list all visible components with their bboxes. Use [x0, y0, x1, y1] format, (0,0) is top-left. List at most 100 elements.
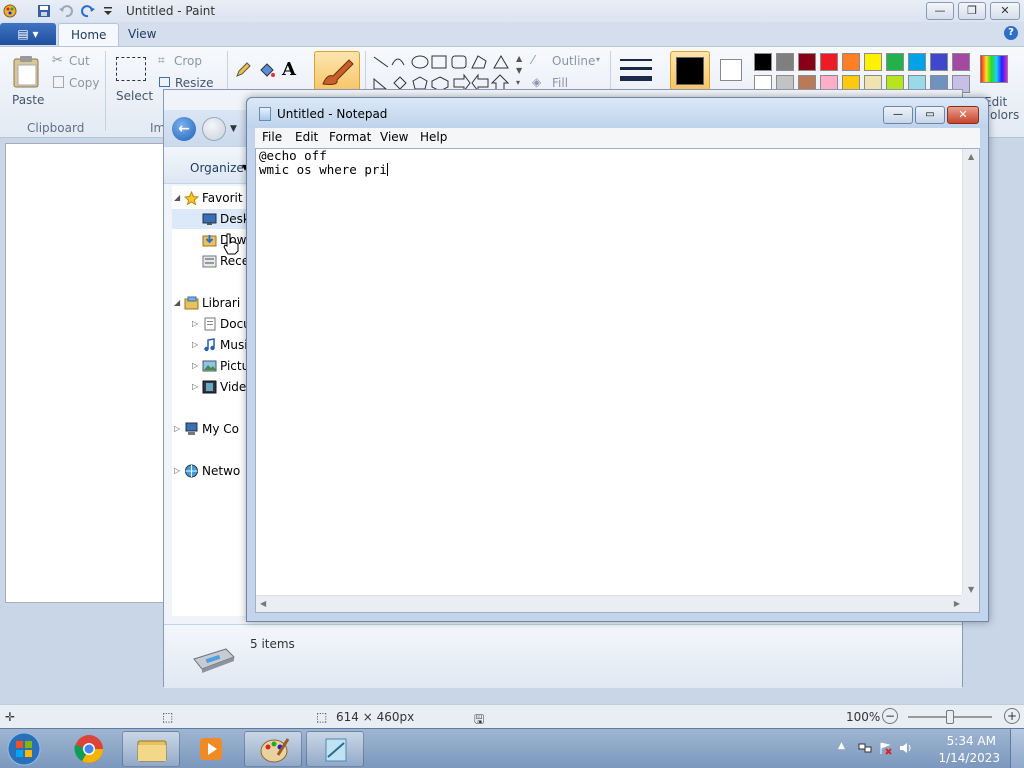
recent-icon	[202, 254, 217, 268]
text-tool-icon[interactable]: A	[282, 59, 296, 80]
tree-expander-icon[interactable]: ▷	[192, 356, 198, 376]
tab-home[interactable]: Home	[58, 23, 120, 46]
show-hidden-icons-icon[interactable]: ▲	[838, 741, 852, 755]
computer-drive-icon	[190, 641, 236, 676]
tree-expander-icon[interactable]: ▷	[174, 419, 180, 439]
music-icon	[202, 338, 217, 352]
color-swatch[interactable]	[886, 53, 904, 71]
outline-button[interactable]: ⁄ Outline ▾	[532, 53, 604, 71]
notepad-text-area[interactable]: @echo off wmic os where pri ▲ ▼ ◀ ▶	[255, 148, 980, 613]
pencil-icon[interactable]	[234, 61, 252, 79]
color-swatch[interactable]	[952, 53, 970, 71]
scroll-right-icon[interactable]: ▶	[954, 599, 960, 608]
show-desktop-button[interactable]	[1010, 729, 1024, 768]
fill-bucket-icon[interactable]	[258, 61, 276, 79]
menu-format[interactable]: Format	[329, 130, 371, 144]
color-swatch[interactable]	[754, 53, 772, 71]
color-swatch[interactable]	[842, 53, 860, 71]
notepad-close-button[interactable]: ✕	[947, 106, 979, 124]
help-icon[interactable]: ?	[1004, 26, 1018, 40]
scroll-down-icon[interactable]: ▼	[968, 585, 974, 594]
copy-button[interactable]: Copy	[52, 75, 102, 93]
zoom-out-button[interactable]: −	[882, 708, 898, 724]
color2-button[interactable]	[716, 55, 746, 87]
menu-help[interactable]: Help	[420, 130, 447, 144]
customize-qat-icon[interactable]	[100, 3, 116, 19]
color-swatch[interactable]	[864, 53, 882, 71]
color-swatch[interactable]	[776, 53, 794, 71]
undo-icon[interactable]	[58, 3, 74, 19]
vertical-scrollbar[interactable]: ▲ ▼	[962, 149, 979, 597]
clock-time[interactable]: 5:34 AM	[947, 734, 996, 748]
action-center-icon[interactable]	[878, 741, 892, 755]
horizontal-scrollbar[interactable]: ◀ ▶	[256, 595, 964, 612]
taskbar-media-player[interactable]	[182, 731, 240, 767]
notepad-icon	[325, 738, 347, 762]
notepad-minimize-button[interactable]: —	[883, 106, 913, 124]
menu-view[interactable]: View	[380, 130, 408, 144]
redo-icon[interactable]	[80, 3, 96, 19]
forward-arrow-icon[interactable]	[202, 117, 226, 141]
tree-expander-icon[interactable]: ▷	[174, 461, 180, 481]
shapes-scroll[interactable]: ▲ ▼ ▾	[516, 53, 526, 93]
notepad-content[interactable]: @echo off wmic os where pri	[259, 149, 388, 177]
paste-button[interactable]: Paste	[8, 51, 46, 117]
tree-expander-icon[interactable]: ◢	[174, 293, 180, 313]
size-grip[interactable]	[962, 595, 979, 612]
paint-minimize-button[interactable]: —	[926, 2, 954, 20]
notepad-text: @echo off wmic os where pri	[259, 148, 387, 177]
notepad-maximize-button[interactable]: ▭	[915, 106, 945, 124]
canvas-size-icon: ⬚	[316, 710, 328, 724]
tree-item-label: Musi	[220, 338, 248, 352]
scroll-left-icon[interactable]: ◀	[260, 599, 266, 608]
ribbon-separator	[105, 51, 106, 131]
volume-icon[interactable]	[898, 741, 912, 755]
size-button[interactable]	[618, 55, 656, 91]
tree-item-label: My Co	[202, 422, 239, 436]
color-swatch[interactable]	[930, 53, 948, 71]
crop-button[interactable]: ⌗ Crop	[158, 53, 218, 71]
recent-pages-icon[interactable]: ▼	[230, 124, 237, 134]
color-swatch[interactable]	[908, 53, 926, 71]
organize-button[interactable]: Organize	[190, 161, 244, 175]
cut-button[interactable]: ✂ Cut	[52, 53, 102, 71]
color-swatch[interactable]	[798, 53, 816, 71]
explorer-icon	[137, 740, 167, 762]
zoom-slider-thumb[interactable]	[946, 710, 954, 724]
taskbar-notepad[interactable]	[306, 731, 364, 767]
paint-icon	[260, 738, 290, 763]
brushes-button[interactable]	[314, 51, 360, 93]
shapes-gallery[interactable]	[370, 53, 516, 93]
chevron-down-icon: ▾	[596, 55, 601, 64]
network-icon[interactable]	[858, 741, 872, 755]
select-button[interactable]: Select	[112, 53, 153, 115]
save-icon[interactable]	[36, 3, 52, 19]
zoom-slider[interactable]	[908, 710, 992, 724]
paint-app-icon[interactable]	[2, 3, 18, 19]
tree-expander-icon[interactable]: ▷	[192, 314, 198, 334]
zoom-in-button[interactable]: +	[1004, 708, 1020, 724]
notepad-titlebar[interactable]: Untitled - Notepad — ▭ ✕	[247, 98, 988, 128]
taskbar-explorer[interactable]	[122, 731, 180, 767]
tree-expander-icon[interactable]: ▷	[192, 377, 198, 397]
start-button[interactable]	[4, 731, 50, 767]
color1-button[interactable]	[670, 51, 710, 91]
network-icon	[184, 464, 199, 478]
notepad-title: Untitled - Notepad	[277, 107, 388, 121]
line-thick-icon	[620, 76, 652, 81]
tree-expander-icon[interactable]: ▷	[192, 335, 198, 355]
clock-date[interactable]: 1/14/2023	[938, 751, 1000, 765]
copy-icon	[53, 76, 64, 88]
taskbar-chrome[interactable]	[60, 731, 118, 767]
paint-restore-button[interactable]: ❐	[958, 2, 986, 20]
menu-edit[interactable]: Edit	[295, 130, 318, 144]
color-swatch[interactable]	[820, 53, 838, 71]
paint-close-button[interactable]: ✕	[990, 2, 1020, 20]
paint-app-menu-button[interactable]: ▤ ▾	[0, 23, 56, 45]
back-arrow-icon[interactable]: ←	[172, 117, 196, 141]
scroll-up-icon[interactable]: ▲	[968, 152, 974, 161]
taskbar-paint[interactable]	[244, 731, 302, 767]
menu-file[interactable]: File	[262, 130, 282, 144]
tab-view[interactable]: View	[116, 23, 168, 46]
tree-expander-icon[interactable]: ◢	[174, 188, 180, 208]
